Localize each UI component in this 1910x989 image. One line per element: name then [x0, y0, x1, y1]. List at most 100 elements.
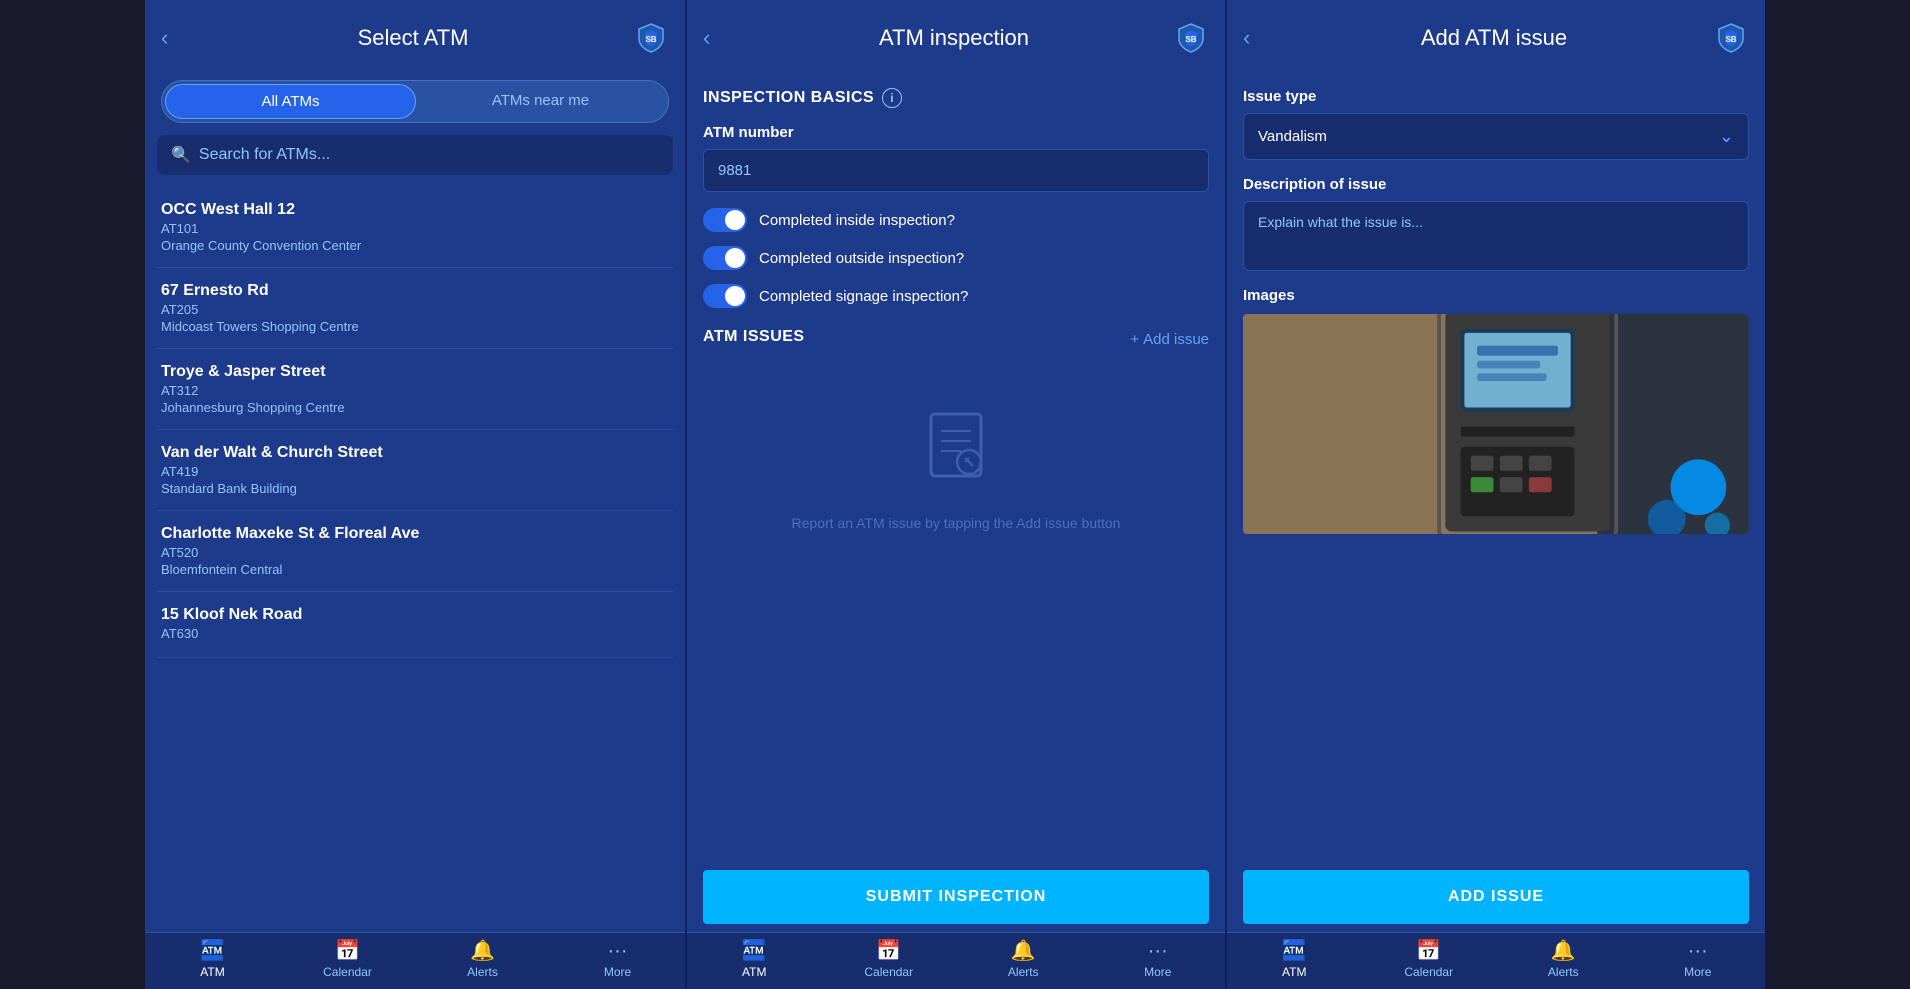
list-item[interactable]: Charlotte Maxeke St & Floreal Ave AT520 … — [157, 511, 673, 592]
nav-alerts-label-2: Alerts — [1008, 965, 1039, 979]
toggle-signage-label: Completed signage inspection? — [759, 288, 968, 305]
issue-type-label: Issue type — [1243, 88, 1749, 105]
images-label: Images — [1243, 287, 1749, 304]
nav-alerts-label-1: Alerts — [467, 965, 498, 979]
toggle-inside-switch[interactable] — [703, 208, 747, 232]
toggle-inside-label: Completed inside inspection? — [759, 212, 955, 229]
nav-calendar-1[interactable]: 📅 Calendar — [280, 941, 415, 979]
list-item[interactable]: 67 Ernesto Rd AT205 Midcoast Towers Shop… — [157, 268, 673, 349]
list-item[interactable]: 15 Kloof Nek Road AT630 — [157, 592, 673, 658]
list-item[interactable]: Van der Walt & Church Street AT419 Stand… — [157, 430, 673, 511]
logo-3: SB — [1713, 20, 1749, 56]
atm-nav-icon-3: 🏧 — [1282, 941, 1307, 961]
screen-3-title: Add ATM issue — [1275, 25, 1713, 51]
add-issue-label: Add issue — [1143, 331, 1209, 348]
nav-more-label-1: More — [604, 965, 631, 979]
bottom-nav-1: 🏧 ATM 📅 Calendar 🔔 Alerts ··· More — [145, 932, 685, 989]
inspection-basics-title: INSPECTION BASICS i — [703, 88, 1209, 108]
atm-number-field[interactable]: 9881 — [703, 149, 1209, 192]
tab-all-atms[interactable]: All ATMs — [165, 84, 416, 119]
empty-issues-state: Report an ATM issue by tapping the Add i… — [703, 366, 1209, 574]
select-atm-screen: ‹ Select ATM SB All ATMs ATMs near me 🔍 … — [145, 0, 685, 989]
atm-id: AT312 — [161, 383, 669, 398]
atm-nav-icon-2: 🏧 — [742, 941, 767, 961]
submit-inspection-button[interactable]: SUBMIT INSPECTION — [703, 870, 1209, 924]
atm-nav-icon: 🏧 — [200, 941, 225, 961]
nav-atm-label-3: ATM — [1282, 965, 1306, 979]
atm-location: Bloemfontein Central — [161, 562, 669, 577]
atm-id: AT630 — [161, 626, 669, 641]
svg-text:SB: SB — [645, 35, 656, 44]
calendar-nav-icon: 📅 — [335, 941, 360, 961]
nav-alerts-label-3: Alerts — [1548, 965, 1579, 979]
screen-1-title: Select ATM — [193, 25, 633, 51]
nav-atm-1[interactable]: 🏧 ATM — [145, 941, 280, 979]
nav-calendar-label-1: Calendar — [323, 965, 372, 979]
atm-id: AT520 — [161, 545, 669, 560]
nav-calendar-3[interactable]: 📅 Calendar — [1362, 941, 1497, 979]
description-label: Description of issue — [1243, 176, 1749, 193]
issue-type-dropdown[interactable]: Vandalism ⌄ — [1243, 113, 1749, 160]
list-item[interactable]: Troye & Jasper Street AT312 Johannesburg… — [157, 349, 673, 430]
atm-name: OCC West Hall 12 — [161, 201, 669, 219]
bottom-nav-3: 🏧 ATM 📅 Calendar 🔔 Alerts ··· More — [1227, 932, 1765, 989]
nav-more-1[interactable]: ··· More — [550, 941, 685, 979]
tab-toggle: All ATMs ATMs near me — [161, 80, 669, 123]
nav-calendar-2[interactable]: 📅 Calendar — [822, 941, 957, 979]
bottom-nav-2: 🏧 ATM 📅 Calendar 🔔 Alerts ··· More — [687, 932, 1225, 989]
empty-state-text: Report an ATM issue by tapping the Add i… — [792, 513, 1121, 534]
nav-alerts-2[interactable]: 🔔 Alerts — [956, 941, 1091, 979]
toggle-signage[interactable]: Completed signage inspection? — [703, 284, 1209, 308]
logo-2: SB — [1173, 20, 1209, 56]
tab-atms-near-me[interactable]: ATMs near me — [416, 84, 665, 119]
toggle-outside-switch[interactable] — [703, 246, 747, 270]
screen-2-title: ATM inspection — [735, 25, 1173, 51]
atm-inspection-screen: ‹ ATM inspection SB INSPECTION BASICS i … — [685, 0, 1225, 989]
nav-atm-3[interactable]: 🏧 ATM — [1227, 941, 1362, 979]
atm-issues-title: ATM ISSUES — [703, 328, 805, 346]
toggle-signage-switch[interactable] — [703, 284, 747, 308]
add-issue-content: Issue type Vandalism ⌄ Description of is… — [1227, 72, 1765, 862]
nav-more-label-2: More — [1144, 965, 1171, 979]
back-button-1[interactable]: ‹ — [161, 25, 193, 51]
atm-location: Orange County Convention Center — [161, 238, 669, 253]
description-input[interactable]: Explain what the issue is... — [1243, 201, 1749, 271]
nav-alerts-1[interactable]: 🔔 Alerts — [415, 941, 550, 979]
nav-atm-label-2: ATM — [742, 965, 766, 979]
bell-nav-icon: 🔔 — [470, 941, 495, 961]
atm-id: AT419 — [161, 464, 669, 479]
info-icon[interactable]: i — [882, 88, 902, 108]
nav-atm-label-1: ATM — [200, 965, 224, 979]
back-button-2[interactable]: ‹ — [703, 25, 735, 51]
list-item[interactable]: OCC West Hall 12 AT101 Orange County Con… — [157, 187, 673, 268]
atm-location: Johannesburg Shopping Centre — [161, 400, 669, 415]
back-button-3[interactable]: ‹ — [1243, 25, 1275, 51]
calendar-nav-icon-2: 📅 — [876, 941, 901, 961]
nav-more-2[interactable]: ··· More — [1091, 941, 1226, 979]
search-bar[interactable]: 🔍 Search for ATMs... — [157, 135, 673, 175]
more-nav-icon-2: ··· — [1148, 941, 1168, 961]
atm-name: Troye & Jasper Street — [161, 363, 669, 381]
atm-name: 15 Kloof Nek Road — [161, 606, 669, 624]
inspection-header: ‹ ATM inspection SB — [687, 0, 1225, 72]
chevron-down-icon: ⌄ — [1719, 126, 1734, 147]
svg-text:SB: SB — [1185, 35, 1196, 44]
atm-image-inner — [1243, 314, 1749, 534]
nav-alerts-3[interactable]: 🔔 Alerts — [1496, 941, 1631, 979]
nav-atm-2[interactable]: 🏧 ATM — [687, 941, 822, 979]
add-atm-issue-screen: ‹ Add ATM issue SB Issue type Vandalism … — [1225, 0, 1765, 989]
add-issue-button-submit[interactable]: ADD ISSUE — [1243, 870, 1749, 924]
add-issue-button[interactable]: + Add issue — [1130, 331, 1209, 348]
toggle-outside[interactable]: Completed outside inspection? — [703, 246, 1209, 270]
nav-calendar-label-2: Calendar — [864, 965, 913, 979]
inspection-content: INSPECTION BASICS i ATM number 9881 Comp… — [687, 72, 1225, 862]
atm-photo — [1243, 314, 1749, 534]
atm-location: Midcoast Towers Shopping Centre — [161, 319, 669, 334]
nav-more-3[interactable]: ··· More — [1631, 941, 1766, 979]
more-nav-icon: ··· — [608, 941, 628, 961]
more-nav-icon-3: ··· — [1688, 941, 1708, 961]
bell-nav-icon-3: 🔔 — [1551, 941, 1576, 961]
empty-notepad-icon — [921, 406, 991, 501]
nav-more-label-3: More — [1684, 965, 1711, 979]
toggle-inside[interactable]: Completed inside inspection? — [703, 208, 1209, 232]
